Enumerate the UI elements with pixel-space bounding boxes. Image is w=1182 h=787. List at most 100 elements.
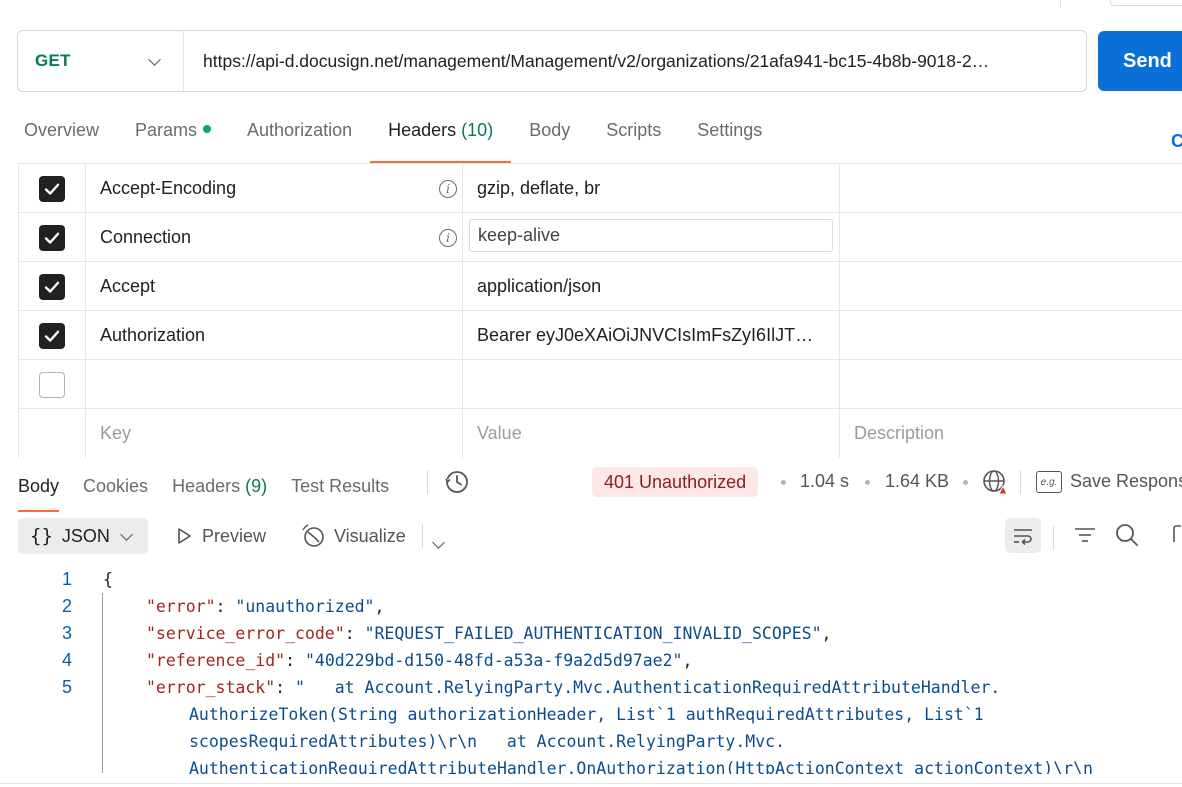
header-description[interactable] (840, 262, 1182, 311)
response-size[interactable]: 1.64 KB (885, 471, 949, 492)
header-value[interactable]: application/json (463, 262, 840, 311)
tab-params[interactable]: Params (117, 108, 229, 154)
tab-settings[interactable]: Settings (679, 108, 780, 154)
row-checkbox-cell (18, 311, 86, 360)
header-key[interactable] (86, 360, 463, 409)
response-tab-cookies[interactable]: Cookies (83, 476, 148, 497)
tab-body[interactable]: Body (511, 108, 588, 154)
header-description[interactable] (840, 311, 1182, 360)
visualize-label: Visualize (334, 525, 406, 546)
line-number: 4 (61, 650, 72, 670)
json-value: "unauthorized" (235, 597, 375, 616)
format-label: JSON (61, 525, 110, 546)
url-input[interactable]: https://api-d.docusign.net/management/Ma… (184, 51, 1086, 72)
row-checkbox[interactable] (39, 371, 65, 398)
send-button[interactable]: Send (1098, 31, 1182, 91)
format-selector[interactable]: {} JSON (18, 518, 148, 554)
header-value[interactable] (463, 360, 840, 409)
header-key[interactable]: Connection i (86, 213, 463, 262)
code-line: "reference_id": "40d229bd-d150-48fd-a53a… (146, 651, 693, 670)
top-toolbar-fragment (1060, 0, 1182, 8)
wrap-lines-button[interactable] (1005, 518, 1041, 553)
response-tab-test-results[interactable]: Test Results (291, 476, 389, 497)
visualize-button[interactable]: Visualize (302, 522, 406, 550)
copy-icon[interactable] (1172, 522, 1182, 548)
header-description[interactable] (840, 213, 1182, 262)
divider (1053, 526, 1054, 550)
row-checkbox-cell (18, 409, 86, 458)
wrap-lines-icon (1014, 528, 1032, 545)
save-response-icon[interactable]: e.g. (1036, 471, 1062, 493)
method-selector[interactable]: GET (18, 31, 184, 91)
response-body-code[interactable]: 1 { 2 "error": "unauthorized", 3 "servic… (0, 566, 1182, 774)
header-key[interactable]: Accept (86, 262, 463, 311)
check-icon (44, 281, 60, 293)
json-key: "error_stack" (146, 678, 276, 697)
header-key-text: Connection (100, 227, 192, 247)
row-checkbox[interactable] (39, 273, 65, 300)
info-icon[interactable]: i (439, 179, 457, 198)
code-punct: , (821, 624, 832, 643)
tab-authorization[interactable]: Authorization (229, 108, 370, 154)
request-bar: GET https://api-d.docusign.net/managemen… (17, 30, 1087, 92)
new-value-input[interactable]: Value (463, 409, 840, 458)
code-punct: , (682, 651, 693, 670)
response-time[interactable]: 1.04 s (800, 471, 849, 492)
header-value[interactable]: gzip, deflate, br (463, 164, 840, 213)
divider (1020, 470, 1021, 494)
row-checkbox[interactable] (39, 322, 65, 349)
tab-scripts[interactable]: Scripts (588, 108, 679, 154)
code-line: { (103, 570, 113, 589)
row-checkbox-cell (18, 360, 86, 409)
tab-label: Body (18, 475, 60, 496)
header-value-input[interactable]: keep-alive (469, 219, 833, 252)
environment-selector[interactable] (1110, 0, 1182, 6)
search-icon[interactable] (1114, 522, 1140, 548)
request-tabs: Overview Params Authorization Headers (1… (0, 108, 780, 163)
preview-button[interactable]: Preview (174, 522, 266, 550)
code-line: "error": "unauthorized", (146, 597, 385, 616)
header-description[interactable] (840, 164, 1182, 213)
new-key-input[interactable]: Key (86, 409, 463, 458)
preview-label: Preview (202, 525, 267, 546)
code-continuation: AuthorizeToken(String authorizationHeade… (189, 705, 984, 724)
table-row (18, 360, 1182, 409)
save-response-button[interactable]: Save Respons (1070, 471, 1182, 492)
new-header-row: Key Value Description (18, 409, 1182, 458)
header-key-text: Accept-Encoding (100, 178, 237, 198)
cookies-link[interactable]: C (1171, 131, 1182, 152)
table-row: Accept-Encoding i gzip, deflate, br (18, 164, 1182, 213)
header-description[interactable] (840, 360, 1182, 409)
header-value[interactable]: Bearer eyJ0eXAiOiJNVCIsImFsZyI6IlJT… (463, 311, 840, 360)
status-badge[interactable]: 401 Unauthorized (592, 467, 759, 497)
tab-overview[interactable]: Overview (0, 108, 117, 154)
json-key: "error" (146, 597, 216, 616)
network-globe-warning-icon[interactable] (982, 469, 1008, 495)
tab-label: Headers (172, 475, 241, 496)
history-icon[interactable] (444, 469, 470, 495)
divider (422, 524, 423, 548)
divider (427, 470, 428, 494)
tab-label: Authorization (247, 120, 353, 140)
code-continuation: scopesRequiredAttributes)\r\n at Account… (189, 732, 786, 751)
header-key[interactable]: Accept-Encoding i (86, 164, 463, 213)
row-checkbox[interactable] (39, 224, 65, 251)
response-tab-headers[interactable]: Headers (9) (172, 476, 267, 497)
indent-guide (102, 593, 103, 773)
header-key[interactable]: Authorization (86, 311, 463, 360)
info-icon[interactable]: i (439, 228, 457, 247)
tab-label: Test Results (291, 475, 390, 496)
response-tab-body[interactable]: Body (18, 475, 60, 512)
visualize-menu-button[interactable] (432, 530, 445, 558)
response-tabs: Body Cookies Headers (9) Test Results (18, 464, 413, 512)
tab-headers[interactable]: Headers (10) (370, 108, 512, 163)
braces-icon: {} (30, 525, 53, 547)
tab-label: Params (135, 120, 198, 140)
separator-dot (865, 480, 870, 485)
table-row: Connection i keep-alive (18, 213, 1182, 262)
filter-icon[interactable] (1072, 522, 1098, 548)
row-checkbox[interactable] (39, 175, 65, 202)
tab-count: (10) (461, 120, 494, 140)
tab-label: Overview (24, 120, 100, 140)
new-description-input[interactable]: Description (840, 409, 1182, 458)
